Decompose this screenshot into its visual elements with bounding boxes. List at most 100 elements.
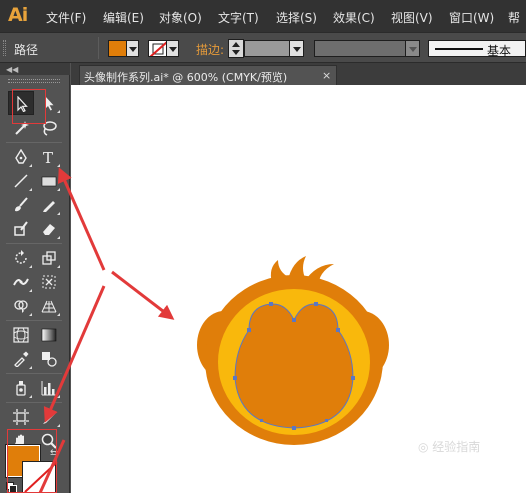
- pen-tool[interactable]: [8, 145, 34, 169]
- column-graph-tool[interactable]: [36, 376, 62, 400]
- blob-brush-tool[interactable]: [8, 217, 34, 241]
- variable-width-field[interactable]: [314, 40, 406, 57]
- rectangle-tool[interactable]: [36, 169, 62, 193]
- no-stroke-icon: [149, 41, 166, 56]
- symbol-sprayer-icon: [16, 381, 26, 396]
- brush-stroke-preview: [435, 48, 483, 50]
- symbol-sprayer-tool[interactable]: [8, 376, 34, 400]
- highlight-fill-stroke: [7, 429, 57, 493]
- column-graph-icon: [41, 381, 56, 396]
- menu-select[interactable]: 选择(S): [276, 9, 317, 26]
- monkey-artwork[interactable]: [71, 85, 526, 493]
- submenu-corner-icon: [29, 265, 32, 268]
- slice-tool[interactable]: [36, 405, 62, 429]
- stroke-color-swatch[interactable]: [148, 40, 167, 57]
- menu-edit[interactable]: 编辑(E): [103, 9, 144, 26]
- artboard-canvas[interactable]: [71, 85, 526, 493]
- stroke-label[interactable]: 描边:: [196, 41, 224, 58]
- watermark: ◎ 经验指南: [418, 440, 481, 454]
- stroke-weight-stepper[interactable]: [228, 39, 244, 58]
- menu-file[interactable]: 文件(F): [46, 9, 86, 26]
- width-tool[interactable]: [8, 270, 34, 294]
- brush-definition-label: 基本: [487, 44, 512, 58]
- type-t-icon: T: [43, 149, 53, 165]
- stepper-up-icon[interactable]: [232, 42, 240, 47]
- stroke-weight-dropdown[interactable]: [290, 40, 304, 57]
- stepper-down-icon[interactable]: [232, 50, 240, 55]
- free-transform-tool[interactable]: [36, 270, 62, 294]
- collapse-icon[interactable]: ◀◀: [6, 65, 18, 74]
- shape-builder-icon: [14, 300, 28, 313]
- control-bar: 路径 描边: 基本: [0, 32, 526, 63]
- stroke-dropdown-button[interactable]: [167, 40, 179, 57]
- panel-grip[interactable]: [3, 40, 6, 56]
- app-logo: Ai: [8, 4, 28, 26]
- paintbrush-tool[interactable]: [8, 193, 34, 217]
- tools-divider: [6, 373, 62, 374]
- blob-brush-icon: [14, 221, 28, 236]
- eraser-tool[interactable]: [36, 217, 62, 241]
- menu-object[interactable]: 对象(O): [159, 9, 202, 26]
- line-segment-tool[interactable]: [8, 169, 34, 193]
- close-tab-icon[interactable]: ×: [322, 69, 331, 82]
- submenu-corner-icon: [57, 164, 60, 167]
- eyedropper-tool[interactable]: [8, 347, 34, 371]
- svg-text:T: T: [43, 149, 53, 165]
- menu-type[interactable]: 文字(T): [218, 9, 259, 26]
- submenu-corner-icon: [29, 366, 32, 369]
- menu-effect[interactable]: 效果(C): [333, 9, 375, 26]
- submenu-corner-icon: [57, 424, 60, 427]
- shape-builder-tool[interactable]: [8, 294, 34, 318]
- scale-tool[interactable]: [36, 246, 62, 270]
- free-transform-icon: [42, 275, 56, 289]
- menu-window[interactable]: 窗口(W): [449, 9, 494, 26]
- submenu-corner-icon: [29, 164, 32, 167]
- document-title: 头像制作系列.ai* @ 600% (CMYK/预览): [84, 71, 288, 84]
- tools-divider: [6, 320, 62, 321]
- submenu-corner-icon: [57, 265, 60, 268]
- rotate-icon: [15, 250, 27, 264]
- selection-type-label: 路径: [14, 43, 39, 57]
- gradient-icon: [41, 328, 57, 342]
- blend-tool[interactable]: [36, 347, 62, 371]
- rotate-tool[interactable]: [8, 246, 34, 270]
- scale-icon: [42, 251, 56, 265]
- perspective-grid-tool[interactable]: [36, 294, 62, 318]
- menu-help[interactable]: 帮: [508, 9, 520, 26]
- brush-definition-select[interactable]: 基本: [428, 40, 526, 58]
- submenu-corner-icon: [57, 395, 60, 398]
- pencil-icon: [43, 201, 55, 212]
- document-tab[interactable]: 头像制作系列.ai* @ 600% (CMYK/预览) ×: [79, 65, 337, 85]
- illustrator-window: Ai 文件(F) 编辑(E) 对象(O) 文字(T) 选择(S) 效果(C) 视…: [0, 0, 526, 493]
- gradient-tool[interactable]: [36, 323, 62, 347]
- slice-knife-icon: [43, 412, 55, 424]
- highlight-selection-tool: [12, 89, 46, 124]
- tools-divider: [6, 402, 62, 403]
- menu-bar: Ai 文件(F) 编辑(E) 对象(O) 文字(T) 选择(S) 效果(C) 视…: [0, 0, 526, 32]
- tools-divider: [6, 142, 62, 143]
- tools-panel-grip[interactable]: [8, 79, 60, 83]
- pencil-tool[interactable]: [36, 193, 62, 217]
- tools-panel-header[interactable]: ◀◀: [0, 63, 70, 75]
- width-tool-icon: [13, 278, 29, 286]
- face-path[interactable]: [234, 303, 354, 429]
- type-tool[interactable]: T: [36, 145, 62, 169]
- submenu-corner-icon: [57, 110, 60, 113]
- stroke-weight-field[interactable]: [244, 40, 290, 57]
- submenu-corner-icon: [57, 212, 60, 215]
- perspective-grid-icon: [41, 300, 57, 313]
- submenu-corner-icon: [57, 313, 60, 316]
- paintbrush-icon: [15, 197, 28, 212]
- tools-divider: [6, 243, 62, 244]
- artboard-tool[interactable]: [8, 405, 34, 429]
- submenu-corner-icon: [57, 236, 60, 239]
- mesh-icon: [13, 327, 29, 343]
- line-segment-icon: [14, 174, 28, 188]
- mesh-tool[interactable]: [8, 323, 34, 347]
- eraser-icon: [43, 224, 55, 235]
- eyedropper-icon: [14, 351, 29, 367]
- menu-view[interactable]: 视图(V): [391, 9, 433, 26]
- fill-color-swatch[interactable]: [108, 40, 127, 57]
- fill-dropdown-button[interactable]: [127, 40, 139, 57]
- variable-width-dropdown[interactable]: [406, 40, 420, 57]
